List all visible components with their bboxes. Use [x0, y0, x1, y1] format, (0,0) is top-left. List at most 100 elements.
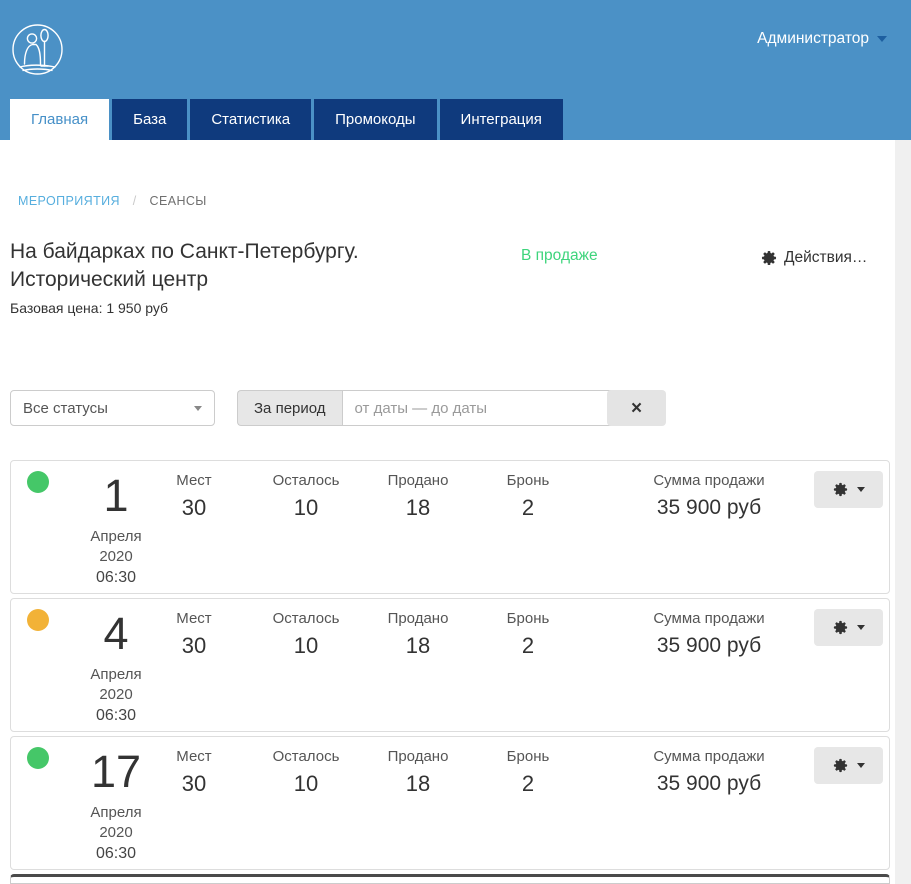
- stat-sum: Сумма продажи 35 900 руб: [609, 610, 809, 658]
- stat-label: Продано: [368, 610, 468, 627]
- session-month: Апреля: [51, 527, 181, 547]
- chevron-down-icon: [857, 625, 865, 630]
- session-year: 2020: [51, 823, 181, 843]
- session-status-dot: [27, 747, 49, 769]
- stat-value: 10: [256, 771, 356, 797]
- stat-sold: Продано 18: [368, 610, 468, 659]
- stat-label: Осталось: [256, 472, 356, 489]
- stat-reserved: Бронь 2: [483, 610, 573, 659]
- session-time: 06:30: [51, 843, 181, 865]
- stat-value: 30: [149, 771, 239, 797]
- stat-value: 2: [483, 633, 573, 659]
- stat-label: Мест: [149, 472, 239, 489]
- stat-seats: Мест 30: [149, 472, 239, 521]
- stat-sum: Сумма продажи 35 900 руб: [609, 748, 809, 796]
- tab-home[interactable]: Главная: [10, 99, 109, 140]
- chevron-down-icon: [857, 763, 865, 768]
- main-tabs: Главная База Статистика Промокоды Интегр…: [10, 99, 563, 140]
- stat-label: Осталось: [256, 748, 356, 765]
- stat-value: 18: [368, 495, 468, 521]
- top-header: Администратор Главная База Статистика Пр…: [0, 0, 911, 140]
- session-year: 2020: [51, 685, 181, 705]
- period-button[interactable]: За период: [237, 390, 342, 426]
- session-year: 2020: [51, 547, 181, 567]
- stat-value: 18: [368, 633, 468, 659]
- status-badge: В продаже: [521, 247, 598, 265]
- actions-button-label: Действия…: [784, 249, 867, 267]
- stat-reserved: Бронь 2: [483, 748, 573, 797]
- stat-remaining: Осталось 10: [256, 610, 356, 659]
- status-filter-value: Все статусы: [23, 400, 108, 417]
- scrollbar-track[interactable]: [895, 140, 911, 884]
- stat-label: Бронь: [483, 748, 573, 765]
- stat-sum: Сумма продажи 35 900 руб: [609, 472, 809, 520]
- stat-label: Продано: [368, 748, 468, 765]
- stat-label: Мест: [149, 748, 239, 765]
- stat-value: 2: [483, 495, 573, 521]
- stat-remaining: Осталось 10: [256, 748, 356, 797]
- stat-sold: Продано 18: [368, 472, 468, 521]
- session-time: 06:30: [51, 567, 181, 589]
- stat-label: Сумма продажи: [609, 472, 809, 489]
- stat-sold: Продано 18: [368, 748, 468, 797]
- stat-label: Мест: [149, 610, 239, 627]
- period-filter-group: За период: [237, 390, 614, 426]
- stat-seats: Мест 30: [149, 748, 239, 797]
- tab-statistics[interactable]: Статистика: [190, 99, 311, 140]
- chevron-down-icon: [194, 406, 202, 411]
- session-menu-button[interactable]: [814, 747, 883, 784]
- session-menu-button[interactable]: [814, 471, 883, 508]
- user-menu[interactable]: Администратор: [757, 30, 887, 48]
- gear-icon: [833, 482, 848, 497]
- stat-value: 35 900 руб: [609, 772, 809, 796]
- stat-value: 10: [256, 633, 356, 659]
- base-price: Базовая цена: 1 950 руб: [10, 300, 168, 316]
- stat-value: 30: [149, 495, 239, 521]
- kayaker-logo-icon: [11, 23, 64, 76]
- session-status-dot: [27, 471, 49, 493]
- close-icon: ×: [631, 398, 642, 419]
- stat-reserved: Бронь 2: [483, 472, 573, 521]
- stat-value: 18: [368, 771, 468, 797]
- session-month: Апреля: [51, 803, 181, 823]
- period-date-input[interactable]: [342, 390, 614, 426]
- gear-icon: [833, 620, 848, 635]
- stat-value: 10: [256, 495, 356, 521]
- clear-filter-button[interactable]: ×: [607, 390, 666, 426]
- next-session-card-partial: [10, 874, 890, 884]
- breadcrumb-separator: /: [133, 194, 137, 208]
- breadcrumb-current: СЕАНСЫ: [150, 194, 207, 208]
- session-card: 4 Апреля 2020 06:30 Мест 30 Осталось 10 …: [10, 598, 890, 732]
- breadcrumb-events-link[interactable]: МЕРОПРИЯТИЯ: [18, 194, 120, 208]
- stat-value: 30: [149, 633, 239, 659]
- session-card: 1 Апреля 2020 06:30 Мест 30 Осталось 10 …: [10, 460, 890, 594]
- tab-promocodes[interactable]: Промокоды: [314, 99, 436, 140]
- stat-value: 35 900 руб: [609, 496, 809, 520]
- tab-base[interactable]: База: [112, 99, 187, 140]
- stat-label: Сумма продажи: [609, 748, 809, 765]
- brand-logo[interactable]: [11, 23, 64, 76]
- user-menu-label: Администратор: [757, 30, 869, 48]
- chevron-down-icon: [877, 36, 887, 42]
- chevron-down-icon: [857, 487, 865, 492]
- stat-value: 2: [483, 771, 573, 797]
- gear-icon: [833, 758, 848, 773]
- stat-label: Осталось: [256, 610, 356, 627]
- stat-value: 35 900 руб: [609, 634, 809, 658]
- stat-label: Бронь: [483, 610, 573, 627]
- session-menu-button[interactable]: [814, 609, 883, 646]
- page-title: На байдарках по Санкт-Петербургу. Истори…: [10, 238, 492, 294]
- stat-label: Сумма продажи: [609, 610, 809, 627]
- status-filter-select[interactable]: Все статусы: [10, 390, 215, 426]
- stat-remaining: Осталось 10: [256, 472, 356, 521]
- session-time: 06:30: [51, 705, 181, 727]
- session-status-dot: [27, 609, 49, 631]
- actions-button[interactable]: Действия…: [761, 249, 867, 267]
- breadcrumb: МЕРОПРИЯТИЯ / СЕАНСЫ: [18, 194, 207, 208]
- tab-integration[interactable]: Интеграция: [440, 99, 563, 140]
- gear-icon: [761, 250, 777, 266]
- session-card: 17 Апреля 2020 06:30 Мест 30 Осталось 10…: [10, 736, 890, 870]
- stat-label: Продано: [368, 472, 468, 489]
- stat-seats: Мест 30: [149, 610, 239, 659]
- session-month: Апреля: [51, 665, 181, 685]
